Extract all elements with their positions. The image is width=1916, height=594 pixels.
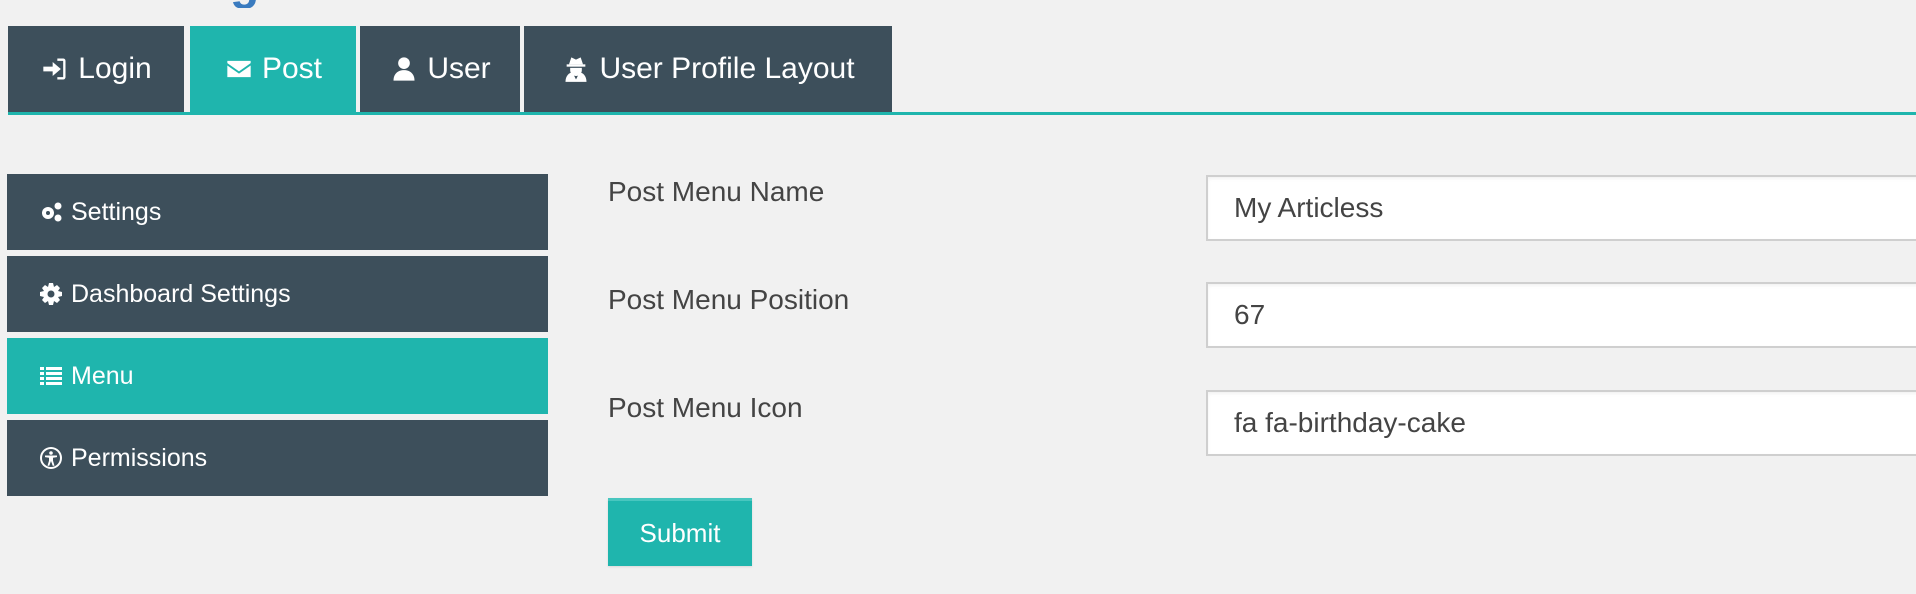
tab-label: Login xyxy=(78,52,152,85)
sidebar-item-menu[interactable]: Menu xyxy=(7,338,548,414)
tab-user-profile-layout[interactable]: User Profile Layout xyxy=(524,26,892,112)
sidebar-item-settings[interactable]: Settings xyxy=(7,174,548,250)
post-menu-name-label: Post Menu Name xyxy=(608,176,825,207)
universal-access-icon xyxy=(37,444,65,472)
sign-in-icon xyxy=(40,54,70,84)
post-menu-icon-input[interactable] xyxy=(1206,390,1916,456)
tab-bar: Login Post User User Profile Layout xyxy=(8,26,1916,115)
sidebar-item-label: Permissions xyxy=(71,443,208,472)
tab-label: User xyxy=(427,52,491,85)
post-menu-position-label: Post Menu Position xyxy=(608,284,850,315)
tab-user[interactable]: User xyxy=(360,26,520,112)
tab-label: Post xyxy=(261,52,323,85)
page-title: g xyxy=(230,0,259,8)
post-menu-position-input[interactable] xyxy=(1206,282,1916,348)
tab-login[interactable]: Login xyxy=(8,26,184,112)
list-icon xyxy=(37,362,65,390)
cog-icon xyxy=(37,280,65,308)
user-icon xyxy=(389,54,419,84)
sidebar-item-dashboard-settings[interactable]: Dashboard Settings xyxy=(7,256,548,332)
user-secret-icon xyxy=(561,54,591,84)
sidebar-item-label: Settings xyxy=(71,197,162,226)
sidebar: Settings Dashboard Settings Menu Permiss… xyxy=(7,174,548,502)
post-menu-name-input[interactable] xyxy=(1206,175,1916,241)
tab-post[interactable]: Post xyxy=(190,26,356,112)
sidebar-item-label: Dashboard Settings xyxy=(71,279,291,308)
post-menu-icon-label: Post Menu Icon xyxy=(608,392,803,423)
tab-label: User Profile Layout xyxy=(599,52,855,85)
sidebar-item-label: Menu xyxy=(71,361,134,390)
submit-button[interactable]: Submit xyxy=(608,498,752,566)
cogs-icon xyxy=(37,198,65,226)
envelope-icon xyxy=(224,54,254,84)
sidebar-item-permissions[interactable]: Permissions xyxy=(7,420,548,496)
